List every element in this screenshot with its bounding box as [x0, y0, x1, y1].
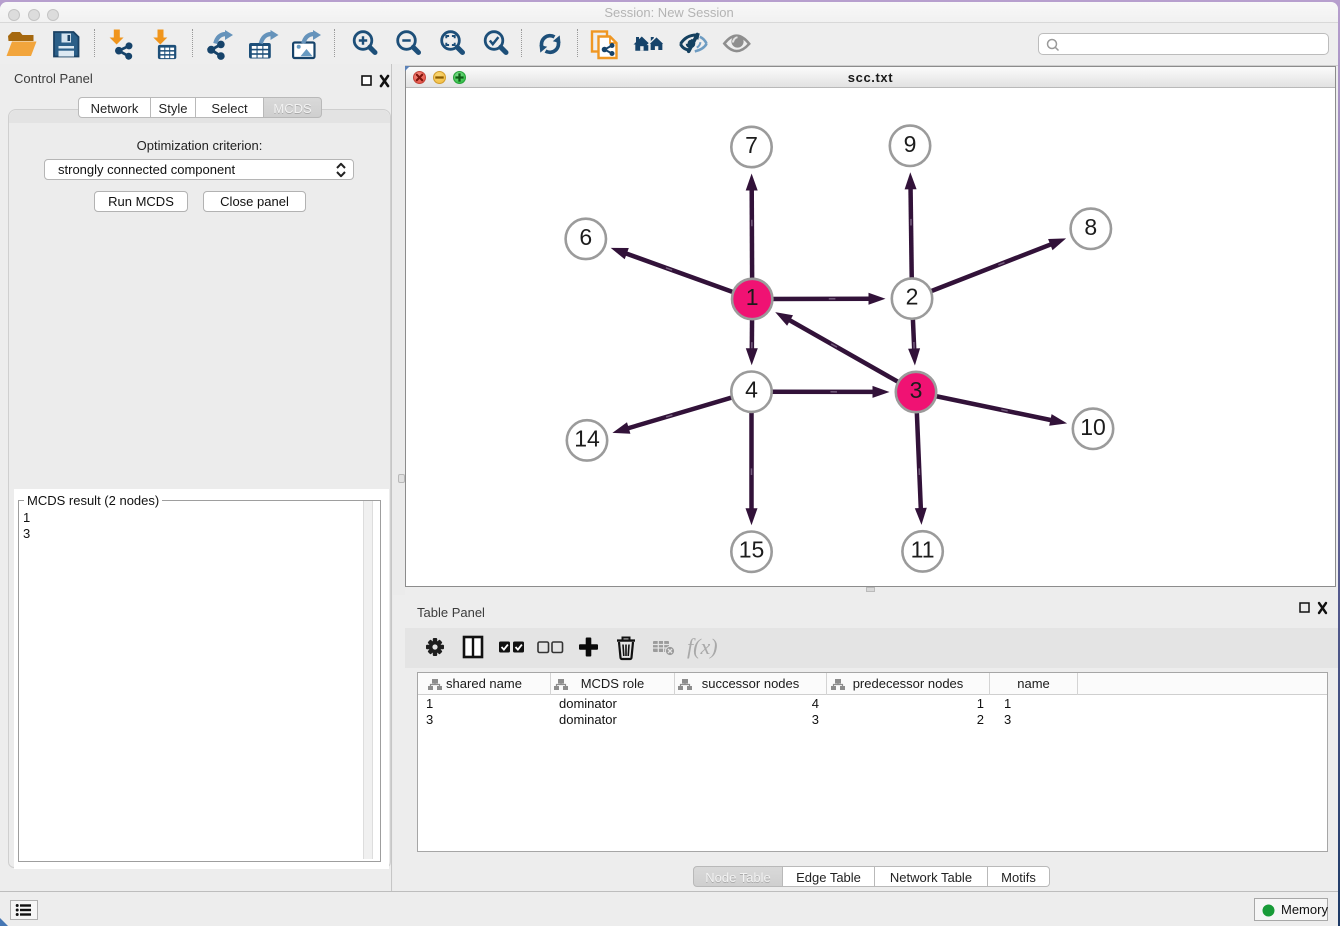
svg-text:11: 11: [911, 536, 935, 562]
svg-text:7: 7: [745, 132, 758, 158]
svg-text:9: 9: [904, 131, 917, 157]
svg-text:8: 8: [1084, 214, 1097, 240]
svg-text:f(x): f(x): [687, 634, 718, 659]
svg-text:14: 14: [574, 425, 600, 451]
svg-text:3: 3: [910, 377, 923, 403]
svg-text:10: 10: [1080, 414, 1106, 440]
svg-text:1: 1: [746, 284, 759, 310]
svg-text:6: 6: [579, 224, 592, 250]
svg-text:4: 4: [745, 377, 758, 403]
svg-text:15: 15: [739, 537, 765, 563]
svg-text:2: 2: [906, 284, 919, 310]
